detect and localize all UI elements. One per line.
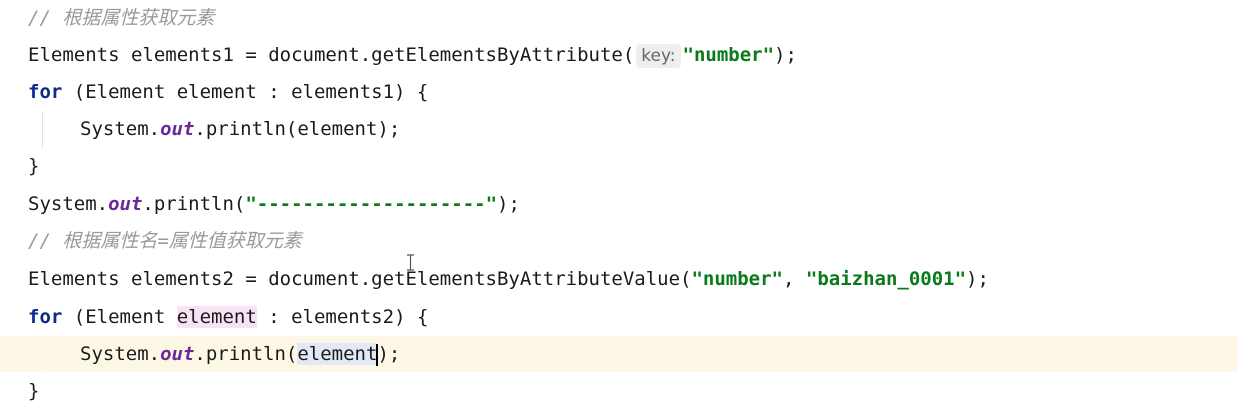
static-field: out (108, 193, 143, 215)
code-text: System.out.println(element); (80, 343, 401, 366)
static-field: out (160, 118, 195, 140)
code-text: Elements elements1 = document.getElement… (28, 44, 797, 68)
code-text: for (Element element : elements2) { (28, 306, 429, 328)
closing-brace: } (28, 380, 40, 402)
string-literal: "--------------------" (245, 193, 498, 215)
code-line-7[interactable]: // 根据属性名=属性值获取元素 (0, 223, 1237, 259)
current-code-line[interactable]: System.out.println(element); (0, 336, 1237, 372)
ibeam-cursor-icon (407, 254, 414, 271)
keyword: for (28, 81, 63, 103)
code-line-5[interactable]: } (0, 148, 1237, 184)
comment-text: // 根据属性名=属性值获取元素 (28, 230, 302, 252)
keyword: for (28, 306, 63, 328)
string-literal: "number" (682, 44, 775, 66)
code-text: System.out.println("--------------------… (28, 193, 520, 215)
code-text: for (Element element : elements1) { (28, 81, 429, 103)
static-field: out (160, 343, 195, 365)
code-text: Elements elements2 = document.getElement… (28, 268, 989, 290)
code-line-11[interactable]: } (0, 373, 1237, 409)
code-text: System.out.println(element); (80, 118, 401, 140)
code-line-2[interactable]: Elements elements1 = document.getElement… (0, 37, 1237, 73)
code-line-4[interactable]: System.out.println(element); (0, 111, 1237, 147)
string-literal: "number" (691, 268, 783, 290)
code-editor[interactable]: // 根据属性获取元素 Elements elements1 = documen… (0, 0, 1237, 413)
parameter-hint: key: (636, 44, 681, 68)
highlighted-variable: element (297, 343, 378, 365)
code-line-6[interactable]: System.out.println("--------------------… (0, 186, 1237, 222)
code-line-9[interactable]: for (Element element : elements2) { (0, 299, 1237, 335)
code-line-8[interactable]: Elements elements2 = document.getElement… (0, 261, 1237, 297)
code-line-3[interactable]: for (Element element : elements1) { (0, 74, 1237, 110)
comment-text: // 根据属性获取元素 (28, 7, 215, 29)
code-line-1[interactable]: // 根据属性获取元素 (0, 0, 1237, 36)
string-literal: "baizhan_0001" (805, 268, 967, 290)
highlighted-variable: element (176, 306, 257, 328)
closing-brace: } (28, 155, 40, 177)
